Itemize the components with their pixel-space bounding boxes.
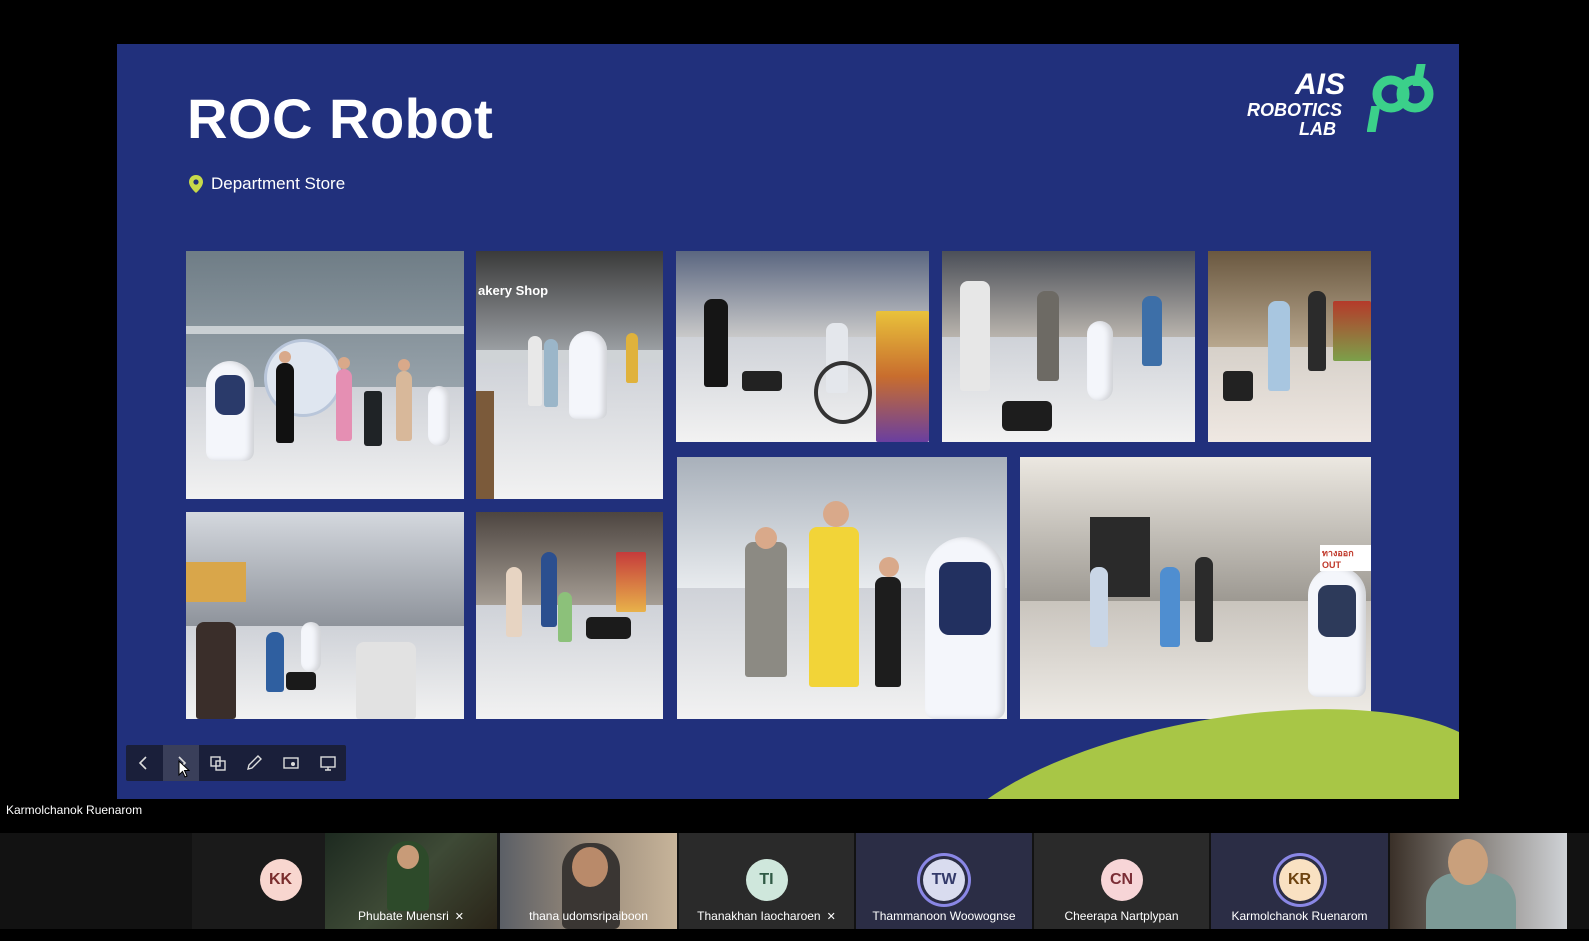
laser-pointer-button[interactable] [273,745,310,781]
slides-overview-button[interactable] [199,745,236,781]
presentation-toolbar [126,745,346,781]
exit-sign: ทางออก OUT [1320,545,1371,571]
presentation-settings-button[interactable] [309,745,346,781]
logo-text-lab: LAB [1299,119,1336,139]
participant-name: Cheerapa Nartplypan [1064,909,1179,923]
monitor-settings-icon [319,756,336,771]
pen-icon [247,755,263,770]
location-text: Department Store [211,174,346,193]
pen-tool-button[interactable] [236,745,273,781]
chevron-left-icon [139,756,147,770]
ais-robotics-lab-logo: AIS ROBOTICS LAB [1247,62,1437,140]
participant-tile-phubate[interactable]: Phubate Muensri ✕ [325,833,497,929]
participant-name: Phubate Muensri [358,909,449,923]
participant-tile-thana[interactable]: thana udomsripaiboon [500,833,677,929]
location-label: Department Store [189,174,345,194]
avatar: TI [745,859,788,901]
bakery-sign: akery Shop [478,283,549,298]
avatar: KR [1278,859,1321,901]
avatar: KK [259,859,302,901]
presentation-slide: ROC Robot Department Store AIS ROBOTICS … [117,44,1459,799]
avatar: TW [923,859,965,901]
laser-pointer-icon [283,757,299,769]
previous-slide-button[interactable] [126,745,163,781]
photo-humanoid-robot [942,251,1195,442]
logo-text-robotics: ROBOTICS [1247,100,1343,120]
photo-store-entrance [186,251,464,499]
map-pin-icon [189,175,203,193]
participant-tile-kr[interactable]: KR Karmolchanok Ruenarom [1211,833,1388,929]
participants-strip: KK Phubate Muensri ✕ thana udomsripaiboon… [0,833,1589,929]
mic-muted-icon: ✕ [826,911,836,923]
participant-tile-self-video[interactable] [1390,833,1567,929]
participant-tile-tw[interactable]: TW Thammanoon Woowognse [856,833,1032,929]
photo-cosmetics-robot [677,457,1007,719]
slide-title: ROC Robot [187,87,494,150]
video-face [572,847,608,887]
photo-bakery-shop: akery Shop [476,251,663,499]
photo-produce-section [1208,251,1371,442]
participant-tile-cn[interactable]: CN Cheerapa Nartplypan [1034,833,1209,929]
participant-name: Karmolchanok Ruenarom [1231,909,1368,923]
video-face [1448,839,1488,885]
presenter-name-label: Karmolchanok Ruenarom [6,803,143,817]
mic-muted-icon: ✕ [454,911,464,923]
slides-icon [209,756,226,771]
mouse-cursor-icon [178,760,190,778]
participant-name-row: Phubate Muensri ✕ [325,909,497,923]
photo-store-robot-dog [476,512,663,719]
photo-store-wheelchair [676,251,929,442]
video-face [397,845,419,869]
participant-name: thana udomsripaiboon [529,909,648,923]
photo-crowd-robot-dog [186,512,464,719]
avatar: CN [1100,859,1143,901]
participant-name: Thammanoon Woowognse [872,909,1016,923]
participant-name: Thanakhan Iaocharoen [697,909,821,923]
logo-text-ais: AIS [1295,68,1346,101]
robot-mark-icon [1367,64,1434,132]
participant-name-row: Thanakhan Iaocharoen ✕ [679,909,854,923]
participant-tile-ti[interactable]: TI Thanakhan Iaocharoen ✕ [679,833,854,929]
photo-mall-corridor: ทางออก OUT [1020,457,1371,719]
